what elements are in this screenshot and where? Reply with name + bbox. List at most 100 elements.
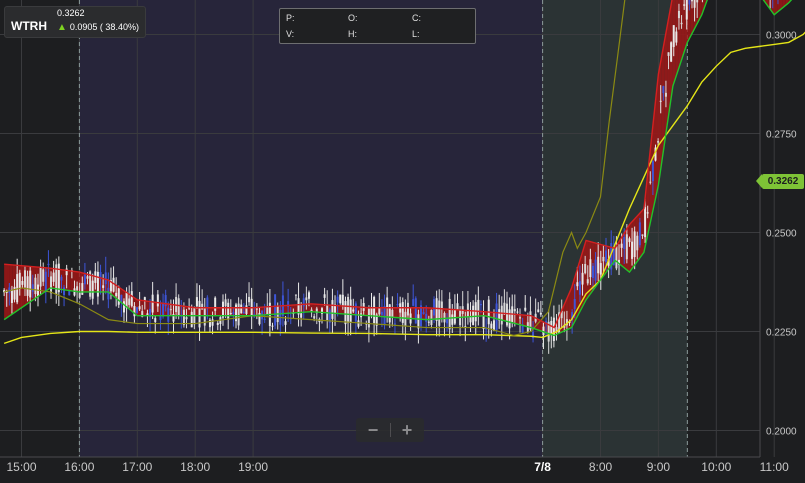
ticker-change-value: 0.0905 ( 38.40%) (69, 22, 139, 32)
candle-body (623, 237, 626, 250)
candle-body (117, 288, 120, 305)
candle-body (347, 296, 350, 324)
candle-body (185, 317, 188, 320)
candle-body (307, 292, 310, 299)
candle-body (167, 307, 170, 322)
candle-body (631, 241, 634, 259)
cloud-segment (455, 309, 459, 318)
ohlc-l-label: L: (412, 29, 420, 39)
y-tick-label: 0.2750 (766, 130, 797, 141)
candle-body (240, 304, 243, 314)
candle-body (576, 282, 579, 287)
candle-body (524, 307, 527, 311)
candle-body (380, 311, 383, 315)
candle-body (373, 296, 376, 324)
candle-body (216, 322, 219, 325)
candle-body (406, 302, 409, 316)
candle-body (636, 235, 639, 251)
zoom-out-button[interactable]: − (358, 418, 388, 442)
x-tick-label: 19:00 (238, 460, 268, 474)
candle-body (477, 299, 480, 312)
candle-body (578, 281, 581, 295)
candle-body (367, 308, 370, 328)
candle-body (104, 272, 107, 285)
candle-body (542, 326, 545, 336)
candle-body (667, 52, 670, 56)
candle-body (508, 309, 511, 329)
candle-body (352, 309, 355, 312)
candle-body (649, 181, 652, 183)
cloud-segment (394, 307, 398, 318)
ticker-change: ▲ 0.0905 ( 38.40%) (57, 22, 139, 33)
candle-body (446, 318, 449, 324)
candle-body (438, 300, 441, 326)
x-tick-label: 16:00 (64, 460, 94, 474)
zoom-divider (390, 423, 391, 437)
ohlc-panel: P: O: C: V: H: L: (279, 8, 476, 44)
candle-body (96, 271, 99, 297)
candle-body (341, 294, 344, 306)
candle-body (453, 309, 456, 324)
candle-body (383, 306, 386, 325)
candle-body (138, 306, 141, 310)
candle-body (18, 272, 21, 289)
candle-body (401, 302, 404, 323)
candle-body (81, 283, 84, 295)
cloud-segment (270, 306, 274, 315)
candle-body (690, 0, 693, 2)
candle-body (115, 292, 118, 296)
candle-body (693, 0, 696, 8)
cloud-segment (293, 304, 297, 313)
candle-body (591, 265, 594, 278)
candle-body (599, 263, 602, 275)
candle-body (224, 299, 227, 307)
candle-body (581, 272, 584, 285)
candle-body (414, 298, 417, 324)
candle-body (539, 312, 542, 315)
ticker-card[interactable]: WTRH 0.3262 ▲ 0.0905 ( 38.40%) (4, 6, 146, 38)
candle-body (625, 234, 628, 260)
ohlc-c-label: C: (412, 13, 421, 23)
candle-body (513, 309, 516, 312)
candle-body (391, 309, 394, 318)
candle-body (83, 274, 86, 285)
candle-body (190, 311, 193, 328)
candle-body (378, 307, 381, 315)
candle-body (120, 294, 123, 302)
candle-body (659, 100, 662, 102)
candle-body (396, 304, 399, 306)
candle-body (435, 298, 438, 321)
candle-body (182, 309, 185, 326)
cloud-segment (641, 208, 644, 257)
candle-body (331, 300, 334, 319)
candle-body (214, 297, 217, 311)
candle-body (91, 280, 94, 299)
candle-body (177, 298, 180, 316)
candle-body (248, 296, 251, 303)
candle-body (284, 321, 287, 325)
candle-body (336, 296, 339, 303)
candle-body (670, 42, 673, 62)
candle-body (552, 317, 555, 341)
candle-body (620, 243, 623, 248)
y-tick-label: 0.2250 (766, 328, 797, 339)
candle-body (427, 321, 430, 323)
candle-body (605, 250, 608, 263)
candle-body (644, 207, 647, 238)
candle-body (339, 294, 342, 304)
zoom-in-button[interactable]: + (392, 418, 422, 442)
candle-body (646, 212, 649, 214)
candle-body (519, 317, 522, 319)
candle-body (586, 279, 589, 284)
candle-body (550, 320, 553, 334)
candle-body (433, 299, 436, 316)
x-tick-label: 10:00 (701, 460, 731, 474)
candle-body (242, 311, 245, 314)
candle-body (23, 270, 26, 288)
price-chart[interactable]: 0.40000.37500.35000.32500.30000.27500.25… (0, 0, 805, 483)
x-tick-label: 8:00 (589, 460, 613, 474)
candle-body (26, 276, 29, 296)
candle-body (440, 301, 443, 308)
candle-body (313, 316, 316, 319)
ohlc-v-label: V: (286, 29, 295, 39)
